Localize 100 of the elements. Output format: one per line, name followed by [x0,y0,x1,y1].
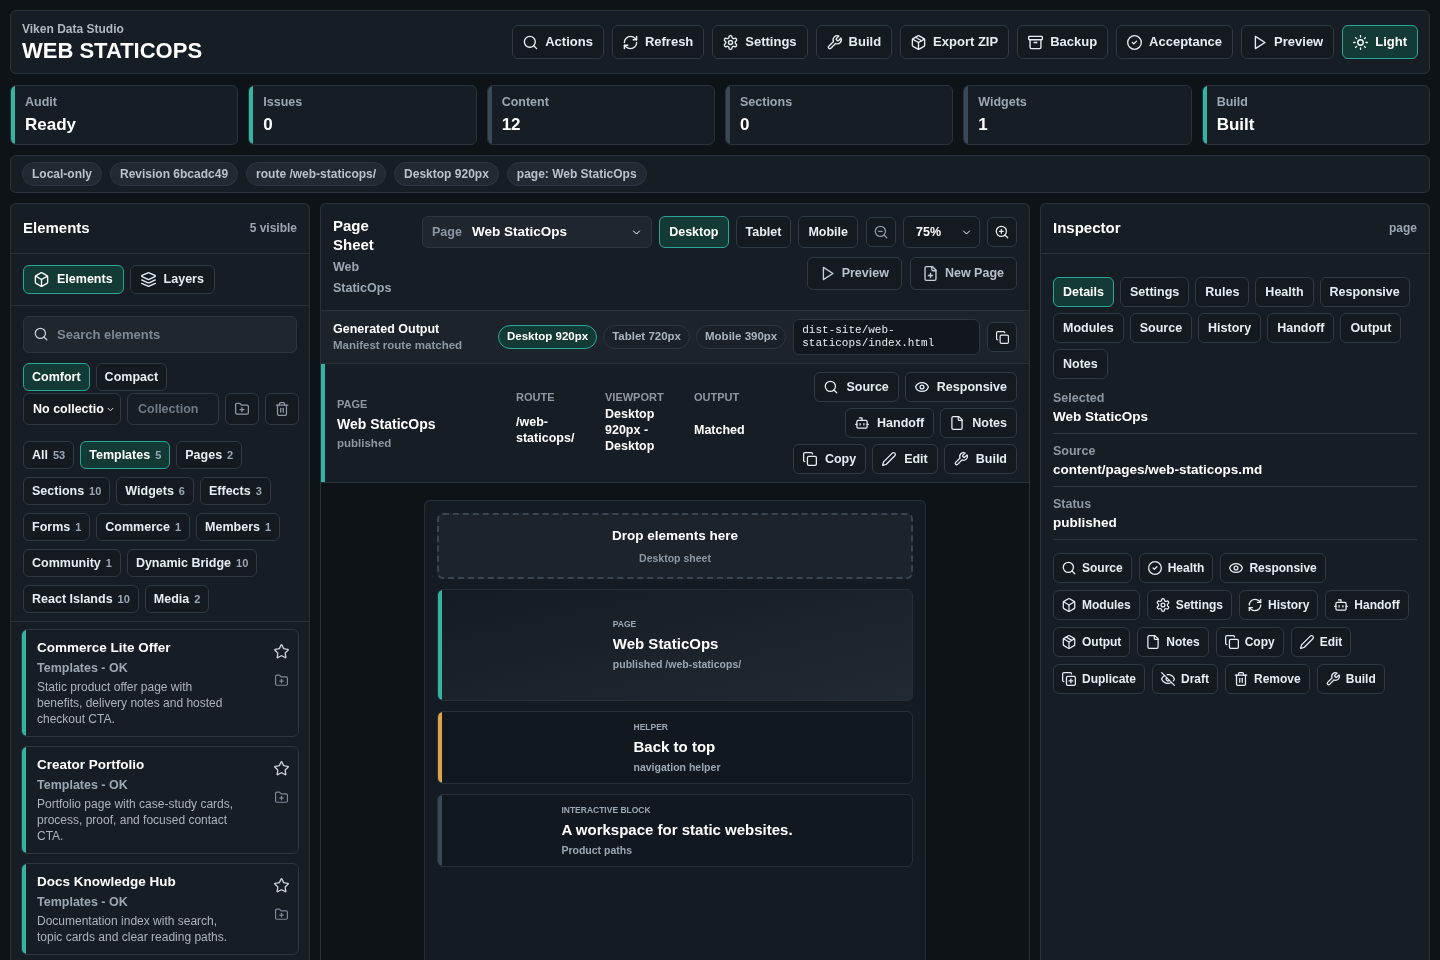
toolbar-button[interactable]: Preview [1241,25,1335,59]
collection-select[interactable]: No collectio [23,393,121,425]
element-card[interactable]: Commerce Lite Offer Templates - OK Static product offer page with benefits, delivery notes and hosted checkout CTA. [21,629,299,737]
filter-chip[interactable]: Sections 10 [23,477,111,505]
panel-tab[interactable]: Elements [23,265,124,294]
filter-chip[interactable]: Commerce 1 [96,513,191,541]
search-field[interactable]: Search elements [23,316,297,353]
density-toggle[interactable]: Compact [95,363,168,391]
action-button[interactable]: Edit [872,444,938,474]
inspector-tab[interactable]: Settings [1120,277,1190,307]
viewport-pill[interactable]: Tablet 720px [603,325,690,349]
action-button[interactable]: Responsive [904,372,1017,402]
copy-path-button[interactable] [987,322,1017,352]
zoom-out-button[interactable] [866,217,896,247]
device-tab[interactable]: Tablet [735,216,792,248]
toolbar-button[interactable]: Settings [712,25,808,59]
field-value: Web StaticOps [1053,408,1149,426]
sun-icon [1353,34,1369,50]
zoom-in-button[interactable] [987,217,1017,247]
folder-plus-icon[interactable] [275,908,288,921]
star-icon[interactable] [274,878,289,893]
stat-label: Content [501,94,549,111]
add-to-collection-button[interactable] [225,393,259,425]
row-type-label: PAGE [337,397,368,411]
filter-chip[interactable]: Widgets 6 [116,477,194,505]
stat-label: Build [1216,94,1248,111]
action-button[interactable]: Notes [940,408,1017,438]
toolbar-button[interactable]: Acceptance [1116,25,1234,59]
canvas-block[interactable]: INTERACTIVE BLOCK A workspace for static websites. Product paths [437,794,913,867]
sheet-button[interactable]: New Page [909,257,1017,290]
action-button[interactable]: Copy [1215,627,1284,657]
action-button[interactable]: Handoff [1325,590,1409,620]
sheet-button[interactable]: Preview [806,257,902,290]
viewport-pill[interactable]: Desktop 920px [498,325,598,349]
toolbar-button[interactable]: Light [1342,25,1418,59]
zoom-select[interactable]: 75% [903,216,980,248]
device-tab[interactable]: Desktop [659,216,729,248]
filter-chip[interactable]: Dynamic Bridge 10 [126,549,258,577]
inspector-tab[interactable]: Notes [1053,349,1108,379]
stat-value: 12 [501,114,521,136]
delete-button[interactable] [265,393,299,425]
element-card[interactable]: Creator Portfolio Templates - OK Portfolio page with case-study cards, process, proof, and focused contact CTA. [21,746,299,854]
toolbar-button[interactable]: Actions [512,25,604,59]
filter-chip[interactable]: Effects 3 [200,477,271,505]
action-button[interactable]: Remove [1225,664,1310,694]
filter-chip[interactable]: Community 1 [23,549,121,577]
action-button[interactable]: Settings [1146,590,1232,620]
action-button[interactable]: Output [1053,627,1131,657]
element-card[interactable]: Docs Knowledge Hub Templates - OK Documentation index with search, topic cards and clear reading paths. [21,863,299,955]
inspector-tab[interactable]: Source [1129,313,1193,343]
action-button[interactable]: Responsive [1220,553,1326,583]
panel-tab[interactable]: Layers [129,265,215,294]
inspector-tab[interactable]: Rules [1195,277,1250,307]
folder-plus-icon[interactable] [275,674,288,687]
toolbar-button[interactable]: Backup [1017,25,1109,59]
action-button[interactable]: Build [943,444,1017,474]
inspector-tab[interactable]: Details [1053,277,1114,307]
page-row[interactable]: PAGE Web StaticOps published ROUTE /web-staticops/ VIEWPORT Desktop 920px - Desktop OUTPUT Matched Source Responsive Handoff Notes Copy Edit Build [321,364,1029,483]
inspector-tab[interactable]: Handoff [1267,313,1335,343]
canvas-block[interactable]: HELPER Back to top navigation helper [437,711,913,784]
device-tab[interactable]: Mobile [798,216,858,248]
star-icon[interactable] [274,761,289,776]
action-button[interactable]: Build [1316,664,1385,694]
action-button[interactable]: Modules [1053,590,1140,620]
action-button[interactable]: Source [1053,553,1132,583]
collection-field[interactable]: Collection [127,393,219,425]
check-circle-icon [1147,561,1162,575]
toolbar-button[interactable]: Export ZIP [900,25,1010,59]
filter-chip[interactable]: Forms 1 [23,513,91,541]
inspector-tab[interactable]: Output [1340,313,1402,343]
page-select[interactable]: Page Web StaticOps [422,216,653,248]
filter-chip[interactable]: Pages 2 [176,441,243,469]
action-button[interactable]: Health [1138,553,1214,583]
toolbar-button[interactable]: Refresh [611,25,705,59]
inspector-tab[interactable]: History [1198,313,1262,343]
density-toggle[interactable]: Comfort [23,363,90,391]
action-button[interactable]: Edit [1290,627,1352,657]
inspector-tab[interactable]: Responsive [1319,277,1410,307]
action-button[interactable]: History [1239,590,1319,620]
inspector-tab[interactable]: Health [1255,277,1314,307]
inspector-tab[interactable]: Modules [1053,313,1124,343]
filter-chip[interactable]: React Islands 10 [23,585,139,613]
action-button[interactable]: Handoff [845,408,935,438]
toolbar-button[interactable]: Build [815,25,893,59]
star-icon[interactable] [274,644,289,659]
action-button[interactable]: Duplicate [1053,664,1145,694]
context-tag: route /web-staticops/ [246,162,387,186]
filter-chip[interactable]: Members 1 [196,513,281,541]
action-button[interactable]: Notes [1137,627,1209,657]
action-button[interactable]: Source [814,372,899,402]
viewport-pill[interactable]: Mobile 390px [696,325,787,349]
filter-chip[interactable]: Templates 5 [80,441,171,469]
drop-zone[interactable]: Drop elements here Desktop sheet [437,513,913,579]
canvas-block[interactable]: PAGE Web StaticOps published /web-staticops/ [437,589,913,701]
folder-plus-icon[interactable] [275,791,288,804]
action-button[interactable]: Copy [792,444,867,474]
filter-chip[interactable]: All 53 [23,441,75,469]
filter-chip[interactable]: Media 2 [144,585,210,613]
package-icon [911,34,927,50]
action-button[interactable]: Draft [1152,664,1219,694]
